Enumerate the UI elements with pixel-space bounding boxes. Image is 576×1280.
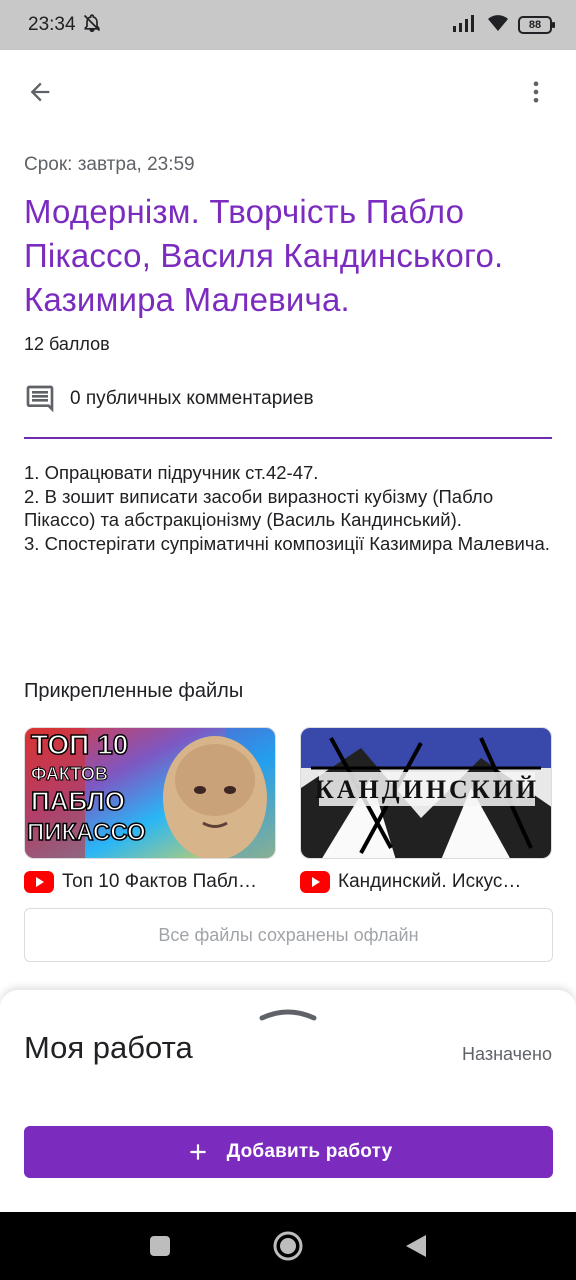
plus-icon xyxy=(190,1144,206,1160)
attachment-title: Кандинский. Искус… xyxy=(338,871,522,892)
signal-icon xyxy=(452,14,478,37)
divider xyxy=(24,437,552,439)
public-comments-link[interactable]: 0 публичных комментариев xyxy=(24,383,552,415)
offline-status-button[interactable]: Все файлы сохранены офлайн xyxy=(24,908,553,962)
attachment-title: Топ 10 Фактов Пабл… xyxy=(62,871,257,892)
my-work-sheet[interactable]: Моя работа Назначено Добавить работу xyxy=(0,990,576,1212)
attachment-label[interactable]: Кандинский. Искус… xyxy=(300,871,552,893)
system-nav-bar xyxy=(0,1212,576,1280)
home-button[interactable] xyxy=(272,1230,304,1262)
attachment-card[interactable]: ТОП 10 ФАКТОВ ПАБЛО ПИКАССО Топ 10 Факто… xyxy=(24,727,276,893)
more-vert-icon xyxy=(533,81,539,103)
attachment-thumbnail[interactable]: КАНДИНСКИЙ xyxy=(300,727,552,859)
back-arrow-icon xyxy=(30,82,50,102)
assignment-description: 1. Опрацювати підручник ст.42-47. 2. В з… xyxy=(24,462,550,554)
due-date: Срок: завтра, 23:59 xyxy=(24,154,195,175)
attachments-heading: Прикрепленные файлы xyxy=(24,680,244,702)
thumb-text: ПАБЛО xyxy=(31,786,125,816)
wifi-icon xyxy=(486,13,510,38)
thumb-text: ПИКАССО xyxy=(27,819,146,846)
attachment-thumbnail[interactable]: ТОП 10 ФАКТОВ ПАБЛО ПИКАССО xyxy=(24,727,276,859)
back-button[interactable] xyxy=(18,70,62,114)
assignment-title: Модернізм. Творчість Пабло Пікассо, Васи… xyxy=(24,193,504,318)
sheet-handle-icon[interactable] xyxy=(258,1002,318,1022)
recent-apps-button[interactable] xyxy=(148,1234,172,1258)
status-bar: 23:34 88 xyxy=(0,0,576,50)
attachment-label[interactable]: Топ 10 Фактов Пабл… xyxy=(24,871,276,893)
bell-off-icon xyxy=(82,13,102,38)
back-nav-button[interactable] xyxy=(404,1233,428,1259)
assignment-points: 12 баллов xyxy=(24,334,110,354)
status-time: 23:34 xyxy=(28,14,76,35)
thumb-text: ТОП 10 xyxy=(31,729,128,760)
thumb-text: КАНДИНСКИЙ xyxy=(315,775,539,804)
my-work-status: Назначено xyxy=(462,1044,552,1064)
add-work-button[interactable]: Добавить работу xyxy=(24,1126,553,1178)
public-comments-label: 0 публичных комментариев xyxy=(70,388,314,409)
app-bar xyxy=(0,50,576,134)
more-options-button[interactable] xyxy=(514,70,558,114)
youtube-icon xyxy=(300,871,330,893)
comment-icon xyxy=(26,385,54,413)
my-work-title: Моя работа xyxy=(24,1030,193,1065)
attachment-card[interactable]: КАНДИНСКИЙ Кандинский. Искус… xyxy=(300,727,552,893)
thumb-text: ФАКТОВ xyxy=(31,764,108,784)
attachments-list: ТОП 10 ФАКТОВ ПАБЛО ПИКАССО Топ 10 Факто… xyxy=(24,727,552,893)
assignment-content: Срок: завтра, 23:59 Модернізм. Творчість… xyxy=(24,134,552,555)
add-work-label: Добавить работу xyxy=(226,1141,393,1162)
battery-indicator: 88 xyxy=(518,16,555,34)
youtube-icon xyxy=(24,871,54,893)
